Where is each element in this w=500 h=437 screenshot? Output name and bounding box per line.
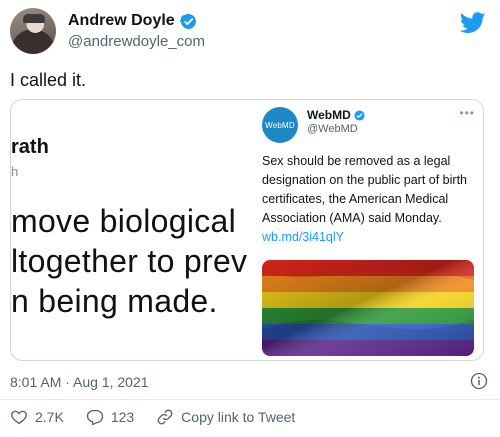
cropped-subtitle: h — [11, 164, 19, 179]
cropped-line: ltogether to prev — [11, 243, 248, 279]
author-display-name[interactable]: Andrew Doyle — [68, 12, 175, 30]
author-name-row: Andrew Doyle — [68, 12, 197, 30]
verified-badge-icon — [354, 109, 365, 121]
like-button[interactable]: 2.7K — [10, 408, 64, 426]
info-icon[interactable] — [470, 372, 488, 390]
tweet-text: I called it. — [10, 70, 87, 90]
rainbow-flag-image — [262, 260, 474, 356]
heart-icon — [11, 410, 27, 425]
divider — [0, 399, 500, 400]
cropped-title: rath — [11, 136, 49, 158]
webmd-logo: WebMD — [262, 107, 298, 143]
link-icon — [157, 409, 173, 425]
embedded-tweet-text: Sex should be removed as a legal designa… — [262, 154, 467, 225]
verified-badge-icon — [179, 13, 196, 29]
cropped-line: move biological — [11, 203, 237, 239]
cropped-line: n being made. — [11, 283, 218, 319]
quoted-image-card[interactable]: rath h move biological ltogether to prev… — [10, 99, 484, 361]
cropped-screenshot: rath h move biological ltogether to prev… — [11, 100, 251, 360]
like-count: 2.7K — [35, 409, 64, 425]
copy-link-label: Copy link to Tweet — [181, 409, 296, 425]
embedded-tweet-link: wb.md/3i41qlY — [262, 230, 344, 244]
tweet-header: Andrew Doyle @andrewdoyle_com — [10, 8, 490, 56]
action-bar: 2.7K 123 Copy link to Tweet — [10, 408, 295, 426]
reply-count: 123 — [110, 409, 135, 425]
more-icon: ••• — [459, 106, 475, 120]
embedded-author-handle: @WebMD — [307, 123, 358, 135]
author-handle[interactable]: @andrewdoyle_com — [68, 33, 205, 50]
reply-button[interactable]: 123 — [86, 408, 134, 426]
embedded-author-row: WebMD — [307, 108, 365, 122]
twitter-bird-icon[interactable] — [460, 12, 486, 34]
copy-link-button[interactable]: Copy link to Tweet — [156, 408, 295, 426]
embedded-tweet-body: Sex should be removed as a legal designa… — [262, 152, 480, 247]
avatar[interactable] — [10, 8, 56, 54]
tweet-timestamp[interactable]: 8:01 AM · Aug 1, 2021 — [10, 374, 149, 390]
embedded-tweet: WebMD WebMD @WebMD ••• Sex should be rem… — [251, 100, 483, 360]
reply-icon — [86, 409, 103, 426]
embedded-author-name: WebMD — [307, 108, 351, 122]
